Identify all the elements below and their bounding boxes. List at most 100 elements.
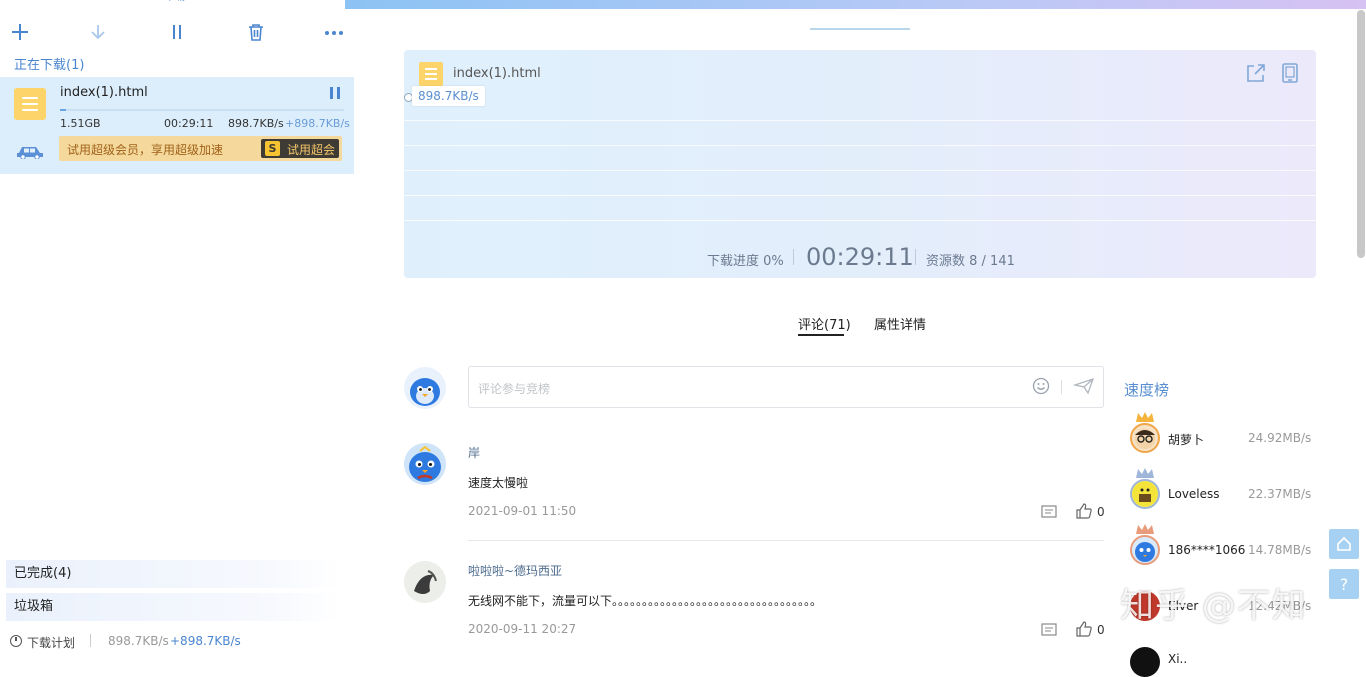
- delete-button[interactable]: [242, 18, 270, 46]
- task-progress-bar: [60, 109, 344, 111]
- bird-avatar-icon: [404, 443, 446, 485]
- scrollbar[interactable]: [1357, 10, 1365, 258]
- top-gradient-strip: [345, 0, 1366, 9]
- trash-category[interactable]: 垃圾箱: [6, 593, 340, 621]
- time-remaining: 00:29:11: [806, 243, 914, 271]
- thumbs-up-icon[interactable]: [1076, 503, 1092, 519]
- pause-all-button[interactable]: [163, 18, 191, 46]
- ranking-avatar[interactable]: [1130, 479, 1160, 509]
- speed-ranking-title: 速度榜: [1124, 379, 1169, 400]
- ranking-avatar[interactable]: [1130, 535, 1160, 565]
- home-icon: [1336, 536, 1352, 552]
- vip-trial-button-label: 试用超会: [287, 141, 335, 158]
- like-count: 0: [1097, 623, 1105, 637]
- card-stats-row: 下载进度 0% 00:29:11 资源数 8 / 141: [404, 243, 1316, 273]
- comment-text: 无线网不能下，流量可以下。。。。。。。。。。。。。。。。。。。。。。。。。。。。…: [468, 592, 822, 609]
- ranking-name[interactable]: Loveless: [1168, 487, 1220, 501]
- task-size: 1.51GB: [60, 117, 101, 130]
- chart-gridline: [404, 120, 1316, 121]
- cartoon-face-avatar-icon: [1132, 425, 1158, 451]
- add-task-button[interactable]: [6, 18, 34, 46]
- comment-date: 2021-09-01 11:50: [468, 504, 576, 518]
- ranking-name[interactable]: Xi..: [1168, 652, 1187, 666]
- tab-properties[interactable]: 属性详情: [874, 314, 926, 333]
- comment-avatar[interactable]: [404, 443, 446, 485]
- back-to-top-button[interactable]: [1329, 529, 1359, 559]
- ranking-speed: 24.92MB/s: [1248, 431, 1311, 445]
- share-icon[interactable]: [1245, 62, 1267, 84]
- download-plan-bar: 下载计划 898.7KB/s +898.7KB/s: [0, 630, 354, 654]
- divider: [1061, 380, 1062, 394]
- tab-comments[interactable]: 评论(71): [798, 314, 851, 333]
- task-time-left: 00:29:11: [164, 117, 213, 130]
- comment-text: 速度太慢啦: [468, 474, 528, 491]
- bronze-crown-icon: [1135, 523, 1155, 535]
- task-file-name: index(1).html: [60, 85, 148, 100]
- ranking-speed: 14.78MB/s: [1248, 543, 1311, 557]
- clock-icon: [10, 635, 22, 647]
- car-icon: [15, 143, 45, 159]
- emoji-icon[interactable]: [1032, 377, 1050, 395]
- divider: [915, 249, 916, 265]
- reply-icon[interactable]: [1041, 505, 1057, 519]
- download-progress-label: 下载进度 0%: [707, 250, 784, 269]
- download-detail-card: index(1).html 898.7KB/s 下载进度 0% 00:29:11…: [404, 50, 1316, 278]
- html-file-icon: [419, 62, 443, 86]
- top-tab-indicator: [810, 28, 910, 30]
- ranking-avatar[interactable]: [1130, 647, 1160, 677]
- pause-icon: [167, 22, 187, 42]
- ranking-speed: 22.37MB/s: [1248, 487, 1311, 501]
- bolt-icon: S: [265, 141, 280, 156]
- reply-icon[interactable]: [1041, 623, 1057, 637]
- vip-trial-banner: 试用超级会员，享用超级加速 S 试用超会: [59, 136, 342, 161]
- task-boost-speed: +898.7KB/s: [285, 117, 350, 130]
- more-icon: [323, 22, 345, 42]
- bird-avatar-icon: [1132, 537, 1158, 563]
- total-boost-speed: +898.7KB/s: [170, 634, 241, 648]
- comment-avatar[interactable]: [404, 561, 446, 603]
- download-plan-link[interactable]: 下载计划: [27, 634, 75, 651]
- ranking-avatar[interactable]: [1130, 423, 1160, 453]
- ranking-name[interactable]: 胡萝卜: [1168, 431, 1204, 448]
- thumbs-up-icon[interactable]: [1076, 621, 1092, 637]
- chart-gridline: [404, 145, 1316, 146]
- downloading-section-title[interactable]: 正在下载(1): [14, 54, 84, 73]
- chart-gridline: [404, 220, 1316, 221]
- chart-gridline: [404, 195, 1316, 196]
- device-icon[interactable]: [1281, 62, 1299, 84]
- download-sidebar: 下载 正在下载(1) index(1).html 1.51GB 00:29:11…: [0, 0, 354, 658]
- help-button[interactable]: ?: [1329, 569, 1359, 599]
- resource-count: 资源数 8 / 141: [926, 250, 1015, 269]
- task-progress-fill: [60, 109, 66, 111]
- vip-trial-text: 试用超级会员，享用超级加速: [67, 141, 223, 158]
- comment-divider: [468, 540, 1104, 541]
- html-file-icon: [14, 88, 46, 120]
- comment-author[interactable]: 岸: [468, 444, 480, 461]
- zhihu-watermark: 知乎 @不知: [1120, 578, 1307, 627]
- more-button[interactable]: [320, 18, 348, 46]
- plus-icon: [10, 22, 30, 42]
- tab-peek-label[interactable]: 下载: [160, 0, 190, 6]
- comment-input-placeholder: 评论参与竞榜: [478, 380, 550, 397]
- completed-category[interactable]: 已完成(4): [6, 560, 340, 588]
- total-speed: 898.7KB/s: [108, 634, 169, 648]
- yellow-cartoon-avatar-icon: [1132, 481, 1158, 507]
- send-icon[interactable]: [1073, 377, 1095, 395]
- ranking-name[interactable]: 186****1066: [1168, 543, 1245, 557]
- task-speed: 898.7KB/s: [228, 117, 284, 130]
- like-count: 0: [1097, 505, 1105, 519]
- bird-avatar-icon: [404, 367, 446, 409]
- start-download-button[interactable]: [84, 18, 112, 46]
- silver-crown-icon: [1135, 467, 1155, 479]
- my-avatar: [404, 367, 446, 409]
- divider: [90, 634, 91, 647]
- comment-author[interactable]: 啦啦啦~德玛西亚: [468, 562, 562, 579]
- download-task-item[interactable]: index(1).html 1.51GB 00:29:11 898.7KB/s …: [0, 77, 354, 174]
- divider: [793, 249, 794, 265]
- vip-trial-button[interactable]: S 试用超会: [261, 139, 339, 158]
- comment-input[interactable]: 评论参与竞榜: [468, 366, 1104, 408]
- ink-painting-avatar-icon: [404, 561, 446, 603]
- download-icon: [88, 22, 108, 42]
- chart-gridline: [404, 170, 1316, 171]
- task-pause-icon[interactable]: [328, 85, 342, 101]
